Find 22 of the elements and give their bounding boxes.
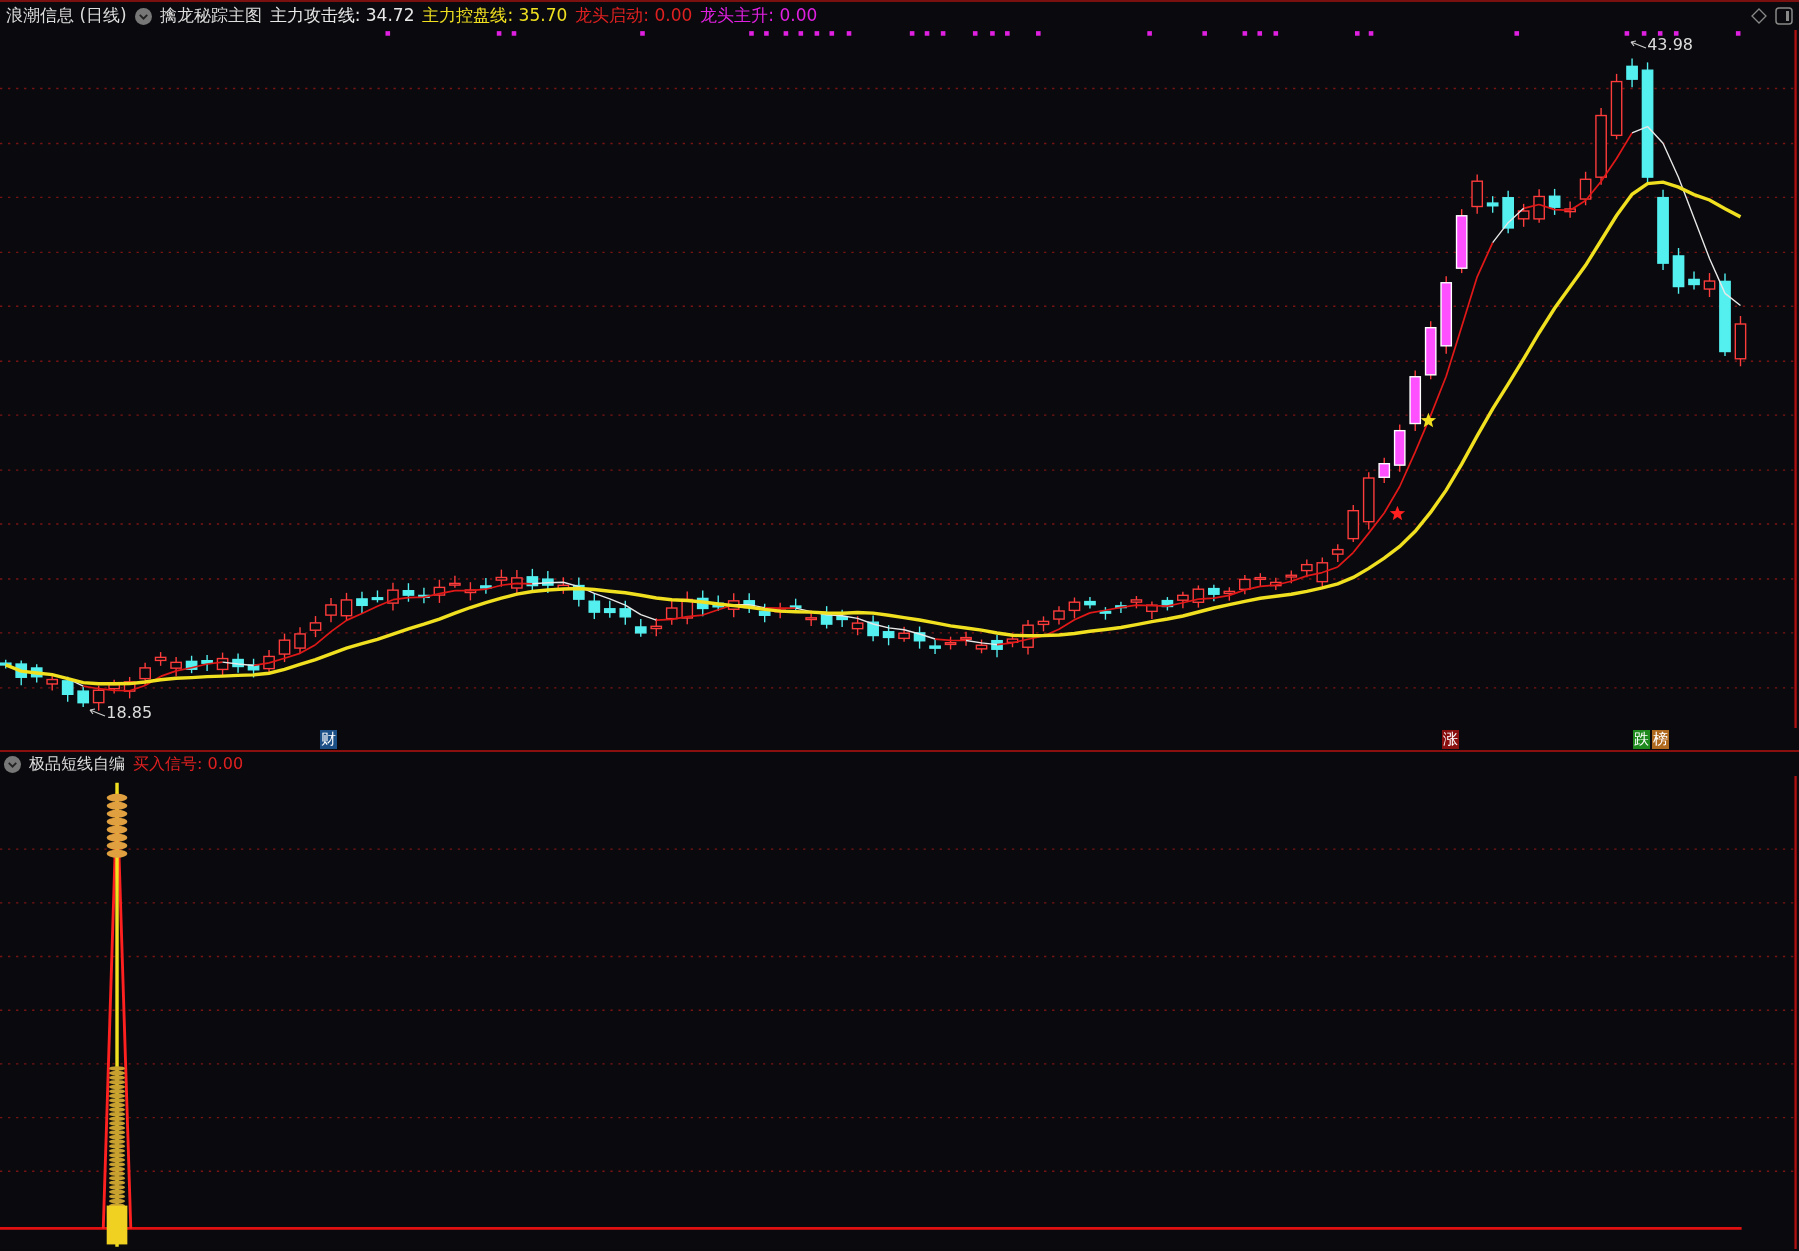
indicator-value: 主力控盘线: 35.70 — [422, 4, 568, 28]
price-label: 18.85 — [106, 701, 153, 724]
leader-line — [1629, 38, 1648, 51]
dropdown-icon[interactable] — [4, 755, 21, 773]
indicator-value: 龙头启动: 0.00 — [575, 4, 693, 28]
indicator-name: 擒龙秘踪主图 — [159, 4, 262, 28]
event-marker[interactable]: 涨 — [1442, 730, 1459, 749]
price-label: 43.98 — [1647, 33, 1693, 56]
dropdown-icon[interactable] — [134, 7, 152, 25]
star-icon — [1420, 412, 1437, 428]
event-marker[interactable]: 榜 — [1652, 730, 1669, 749]
indicator-value: 主力攻击线: 34.72 — [269, 4, 415, 28]
event-marker[interactable]: 跌 — [1633, 730, 1650, 749]
stock-title: 浪潮信息 (日线) — [6, 4, 127, 28]
leader-line — [88, 706, 107, 719]
indicator-name: 极品短线自编 — [29, 753, 125, 775]
star-icon — [1389, 505, 1406, 521]
diamond-icon[interactable] — [1751, 8, 1767, 24]
indicator-value: 买入信号: 0.00 — [133, 753, 244, 775]
panel-icon[interactable] — [1775, 7, 1793, 25]
indicator-value: 龙头主升: 0.00 — [700, 4, 818, 28]
event-marker[interactable]: 财 — [320, 730, 337, 749]
